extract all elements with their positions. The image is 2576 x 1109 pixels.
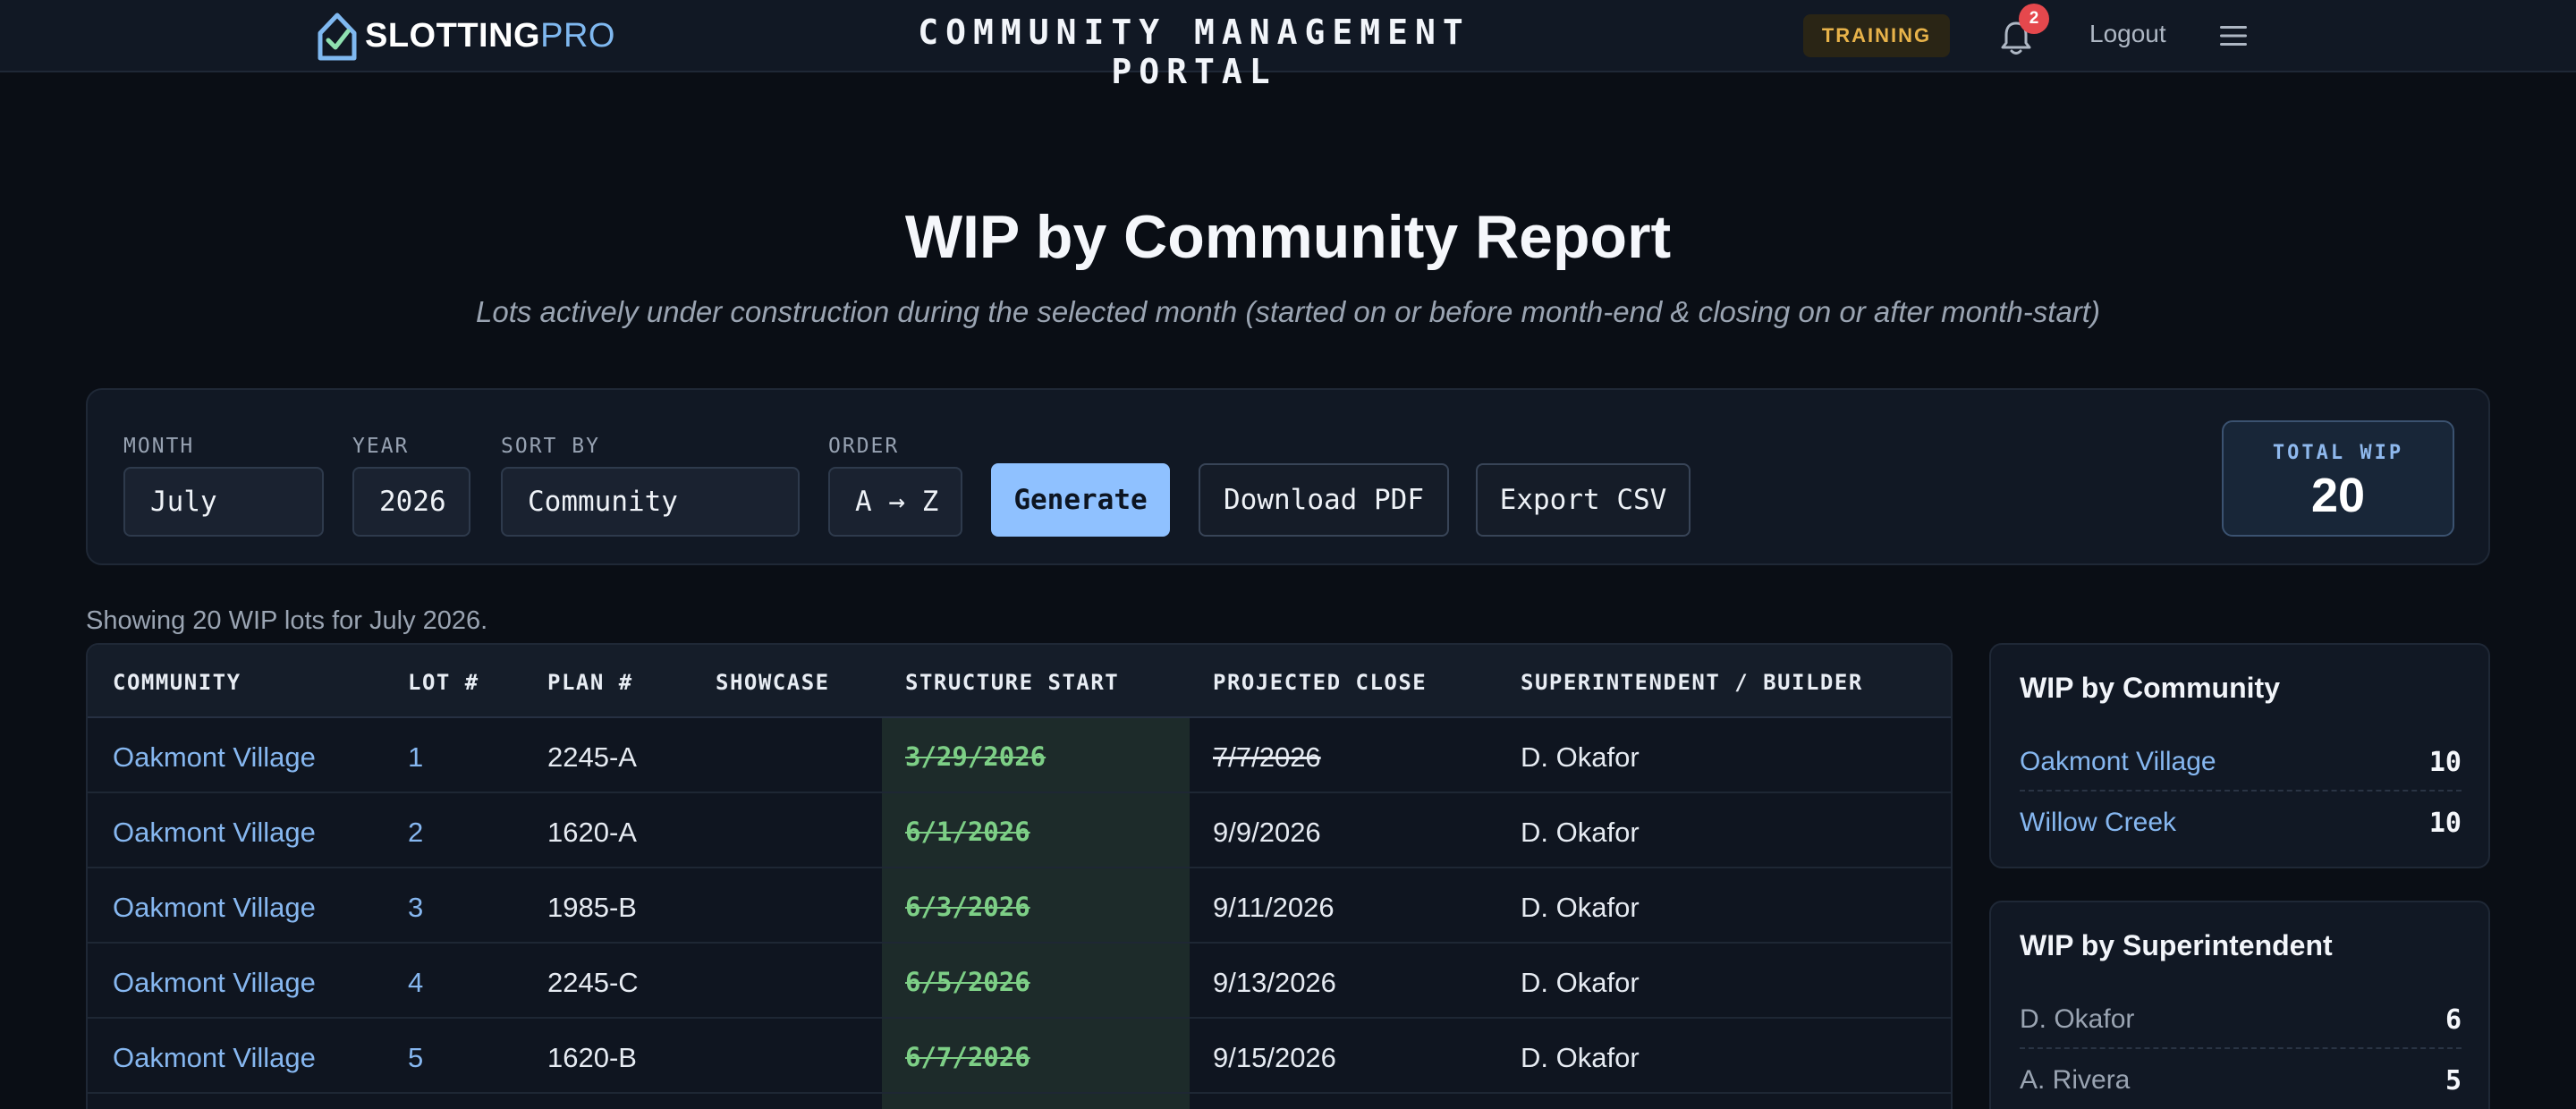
superintendent-summary-item-count: 6 xyxy=(2445,1004,2462,1036)
generate-button[interactable]: Generate xyxy=(991,463,1170,537)
wip-by-superintendent-title: WIP by Superintendent xyxy=(2020,929,2333,961)
cell-lot[interactable]: 2 xyxy=(408,817,423,849)
cell-lot[interactable]: 5 xyxy=(408,1042,423,1074)
table-row: Oakmont Village 5 1620-B 6/7/2026 9/15/2026 D… xyxy=(88,1019,1951,1094)
total-wip-card: TOTAL WIP 20 xyxy=(2222,420,2454,537)
cell-plan: 2245-A xyxy=(547,741,637,773)
export-csv-button[interactable]: Export CSV xyxy=(1476,463,1690,537)
report-controls: MONTH July YEAR 2026 SORT BY Community O… xyxy=(86,388,2490,565)
training-badge: TRAINING xyxy=(1803,14,1950,57)
cell-superintendent: D. Okafor xyxy=(1521,892,1640,923)
cell-lot[interactable]: 3 xyxy=(408,892,423,924)
superintendent-summary-item-name: D. Okafor xyxy=(2020,1004,2135,1034)
notification-count-badge: 2 xyxy=(2019,4,2049,34)
cell-superintendent: D. Okafor xyxy=(1521,967,1640,998)
community-summary-item-name: Oakmont Village xyxy=(2020,747,2216,776)
month-select[interactable]: July xyxy=(123,467,324,537)
wip-by-community-title: WIP by Community xyxy=(2020,672,2280,704)
order-select[interactable]: A → Z xyxy=(828,467,962,537)
cell-plan: 1985-B xyxy=(547,892,637,923)
column-header-community[interactable]: COMMUNITY xyxy=(113,670,242,695)
wip-by-superintendent-card: WIP by Superintendent D. Okafor 6 A. River… xyxy=(1989,901,2490,1109)
brand-logo[interactable]: SLOTTINGPRO xyxy=(315,9,615,63)
table-header: COMMUNITY LOT # PLAN # SHOWCASE STRUCTUR… xyxy=(88,645,1951,718)
cell-superintendent: D. Okafor xyxy=(1521,1042,1640,1073)
superintendent-summary-item: D. Okafor 6 xyxy=(2020,988,2462,1049)
total-wip-value: 20 xyxy=(2310,469,2366,522)
month-label: MONTH xyxy=(123,435,195,458)
cell-plan: 1620-A xyxy=(547,817,637,848)
cell-projected-close: 7/7/2026 xyxy=(1213,741,1321,773)
cell-community[interactable]: Oakmont Village xyxy=(113,741,316,774)
community-summary-item-count: 10 xyxy=(2428,747,2462,778)
column-header-superintendent[interactable]: SUPERINTENDENT / BUILDER xyxy=(1521,670,1863,695)
order-label: ORDER xyxy=(828,435,900,458)
column-header-lot[interactable]: LOT # xyxy=(408,670,479,695)
cell-lot[interactable]: 4 xyxy=(408,967,423,999)
top-nav: SLOTTINGPRO COMMUNITY MANAGEMENT PORTAL … xyxy=(0,0,2576,91)
cell-structure-start: 3/29/2026 xyxy=(905,741,1046,772)
cell-superintendent: D. Okafor xyxy=(1521,741,1640,773)
download-pdf-button[interactable]: Download PDF xyxy=(1199,463,1449,537)
wip-by-community-card: WIP by Community Oakmont Village 10 Willow… xyxy=(1989,643,2490,868)
table-row: Oakmont Village 1 2245-A 3/29/2026 7/7/2026 D… xyxy=(88,718,1951,793)
cell-structure-start: 6/3/2026 xyxy=(905,892,1030,922)
cell-structure-start: 6/1/2026 xyxy=(905,817,1030,847)
cell-community[interactable]: Oakmont Village xyxy=(113,817,316,849)
superintendent-summary-item: A. Rivera 5 xyxy=(2020,1049,2462,1109)
year-label: YEAR xyxy=(352,435,410,458)
cell-lot[interactable]: 1 xyxy=(408,741,423,774)
portal-title: COMMUNITY MANAGEMENT PORTAL xyxy=(918,13,1470,91)
cell-structure-start: 6/5/2026 xyxy=(905,967,1030,997)
cell-community[interactable]: Oakmont Village xyxy=(113,967,316,999)
community-summary-item-count: 10 xyxy=(2428,808,2462,839)
community-summary-item-name: Willow Creek xyxy=(2020,808,2177,837)
house-check-icon xyxy=(318,13,357,61)
cell-plan: 2245-C xyxy=(547,967,639,998)
community-summary-item[interactable]: Willow Creek 10 xyxy=(2020,792,2462,852)
sort-by-select[interactable]: Community xyxy=(501,467,800,537)
cell-projected-close: 9/9/2026 xyxy=(1213,817,1321,848)
column-header-plan[interactable]: PLAN # xyxy=(547,670,633,695)
community-summary-item[interactable]: Oakmont Village 10 xyxy=(2020,731,2462,792)
table-row: Oakmont Village 3 1985-B 6/3/2026 9/11/2026 D… xyxy=(88,868,1951,944)
brand-name: SLOTTINGPRO xyxy=(365,16,615,55)
column-header-structure-start[interactable]: STRUCTURE START xyxy=(905,670,1119,695)
column-header-projected-close[interactable]: PROJECTED CLOSE xyxy=(1213,670,1427,695)
cell-projected-close: 9/13/2026 xyxy=(1213,967,1336,998)
page-subtitle: Lots actively under construction during … xyxy=(476,295,2100,328)
superintendent-summary-item-name: A. Rivera xyxy=(2020,1065,2131,1095)
logout-link[interactable]: Logout xyxy=(2089,20,2166,48)
cell-projected-close: 9/15/2026 xyxy=(1213,1042,1336,1073)
wip-table: COMMUNITY LOT # PLAN # SHOWCASE STRUCTUR… xyxy=(86,643,1953,1109)
menu-icon[interactable] xyxy=(2220,25,2247,47)
page-title: WIP by Community Report xyxy=(904,203,1672,271)
table-row: Oakmont Village 4 2245-C 6/5/2026 9/13/2026 D… xyxy=(88,944,1951,1019)
cell-community[interactable]: Oakmont Village xyxy=(113,892,316,924)
total-wip-label: TOTAL WIP xyxy=(2272,442,2404,464)
cell-community[interactable]: Oakmont Village xyxy=(113,1042,316,1074)
cell-superintendent: D. Okafor xyxy=(1521,817,1640,848)
column-header-showcase[interactable]: SHOWCASE xyxy=(716,670,830,695)
showing-summary: Showing 20 WIP lots for July 2026. xyxy=(86,606,488,635)
cell-plan: 1620-B xyxy=(547,1042,637,1073)
table-row: Oakmont Village 2 1620-A 6/1/2026 9/9/2026 D.… xyxy=(88,793,1951,868)
cell-projected-close: 9/11/2026 xyxy=(1213,892,1335,923)
sort-by-label: SORT BY xyxy=(501,435,600,458)
year-input[interactable]: 2026 xyxy=(352,467,470,537)
cell-structure-start: 6/7/2026 xyxy=(905,1042,1030,1072)
superintendent-summary-item-count: 5 xyxy=(2445,1065,2462,1096)
